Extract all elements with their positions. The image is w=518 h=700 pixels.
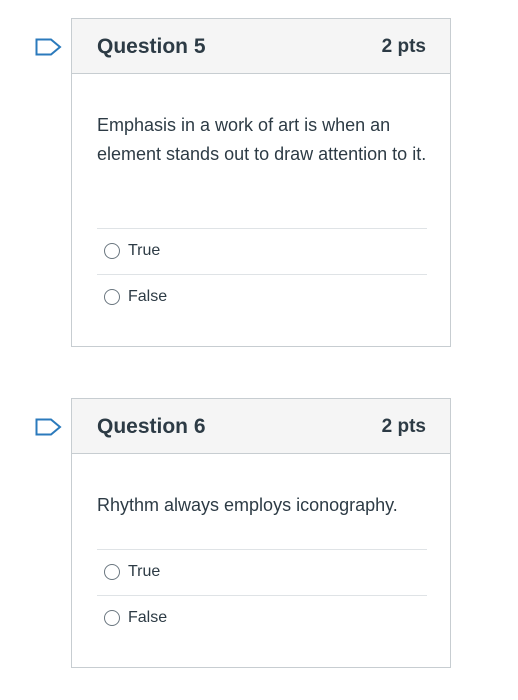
answer-label[interactable]: True — [128, 550, 160, 594]
flag-question-icon[interactable] — [35, 38, 63, 56]
question-text: Rhythm always employs iconography. — [97, 495, 398, 515]
question-points: 2 pts — [381, 36, 426, 57]
answer-option-false[interactable]: False — [97, 595, 427, 641]
answer-list: True False — [97, 549, 427, 641]
answer-option-false[interactable]: False — [97, 274, 427, 320]
answer-label[interactable]: True — [128, 229, 160, 273]
question-points: 2 pts — [381, 416, 426, 437]
radio-button[interactable] — [104, 289, 120, 305]
radio-button[interactable] — [104, 610, 120, 626]
question-title: Question 6 — [97, 415, 206, 438]
question-header: Question 6 2 pts — [72, 399, 450, 454]
answer-option-true[interactable]: True — [97, 549, 427, 595]
answer-option-true[interactable]: True — [97, 228, 427, 274]
answer-label[interactable]: False — [128, 596, 167, 640]
question-card-6: Question 6 2 pts Rhythm always employs i… — [71, 398, 451, 668]
answer-label[interactable]: False — [128, 275, 167, 319]
question-text: Emphasis in a work of art is when an ele… — [97, 115, 427, 164]
flag-question-icon[interactable] — [35, 418, 63, 436]
radio-button[interactable] — [104, 243, 120, 259]
question-header: Question 5 2 pts — [72, 19, 450, 74]
answer-list: True False — [97, 228, 427, 320]
radio-button[interactable] — [104, 564, 120, 580]
question-card-5: Question 5 2 pts Emphasis in a work of a… — [71, 18, 451, 347]
question-title: Question 5 — [97, 35, 206, 58]
